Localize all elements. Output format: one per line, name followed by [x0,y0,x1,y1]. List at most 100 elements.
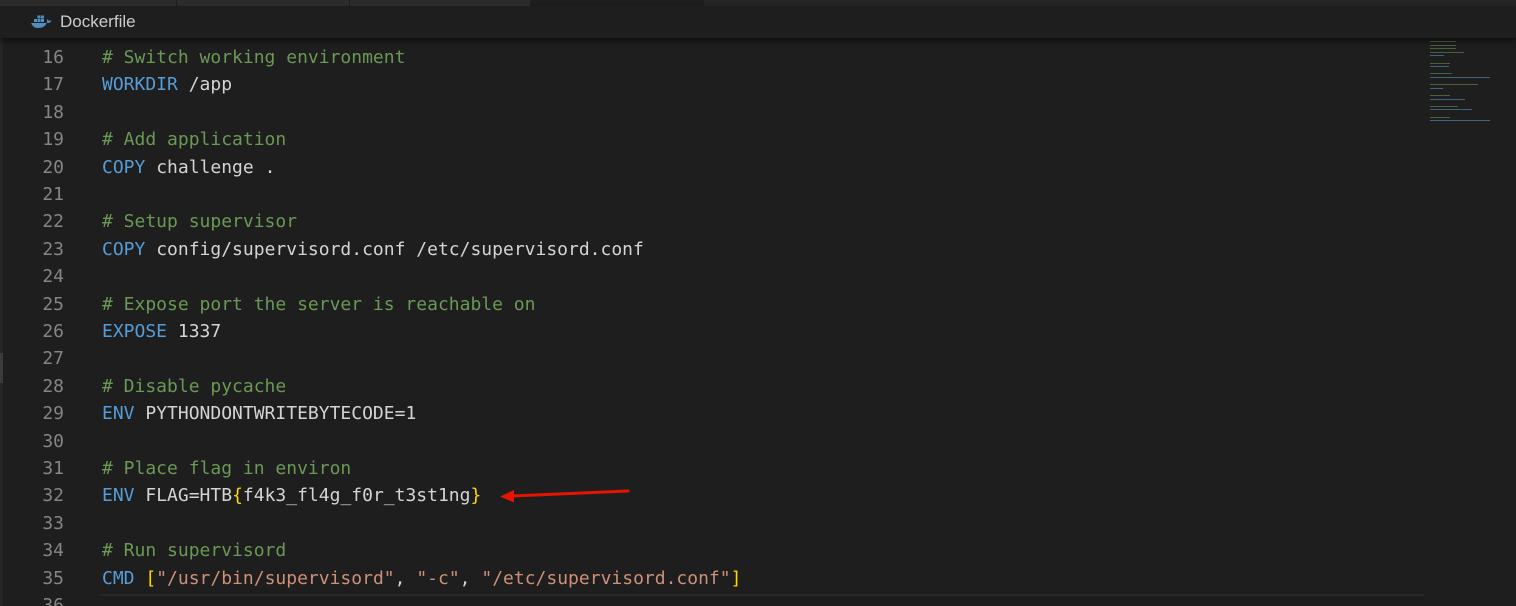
code-token: f4k3_fl4g_f0r_t3st1ng [242,485,471,507]
code-line[interactable]: 35 CMD ["/usr/bin/supervisord", "-c", "/e… [0,565,1424,592]
minimap-line [1430,84,1478,86]
code-text[interactable]: COPY challenge . [102,154,275,181]
code-token: , [459,567,482,589]
minimap-line [1430,77,1490,78]
code-token: , [394,567,417,589]
line-number: 25 [42,293,64,315]
line-number: 36 [42,595,64,606]
code-line[interactable]: 25 # Expose port the server is reachable … [0,291,1424,318]
line-number: 31 [42,458,64,479]
code-text[interactable]: ENV FLAG=HTB{f4k3_fl4g_f0r_t3st1ng} [102,482,481,509]
code-text[interactable]: # Place flag in environ [102,455,351,482]
minimap-line [1430,105,1458,107]
code-text[interactable]: # Expose port the server is reachable on [102,291,535,318]
breadcrumb-file-name[interactable]: Dockerfile [60,12,136,32]
minimap-line [1430,116,1451,118]
code-line[interactable]: 33 [0,510,1424,537]
line-number: 32 [42,485,64,507]
code-token: # Setup supervisor [102,211,298,233]
code-line[interactable]: 17 WORKDIR /app [0,71,1424,98]
code-token: EXPOSE [102,321,168,342]
code-text[interactable]: # Run supervisord [102,537,286,564]
code-token: WORKDIR [102,74,178,96]
code-line[interactable]: 23 COPY config/supervisord.conf /etc/supe… [0,236,1424,263]
line-number: 28 [42,375,64,397]
code-token: # Add application [102,129,287,151]
code-line[interactable]: 31 # Place flag in environ [0,455,1424,482]
code-line[interactable]: 34 # Run supervisord [0,537,1424,564]
code-text[interactable]: WORKDIR /app [102,71,232,98]
minimap-line [1430,73,1452,75]
code-editor[interactable]: 16 # Switch working environment 17 WORKDIR … [0,38,1424,606]
code-line[interactable]: 29 ENV PYTHONDONTWRITEBYTECODE=1 [0,400,1424,427]
code-line[interactable]: 30 [0,428,1424,455]
minimap-line [1430,120,1490,122]
line-number: 24 [42,266,64,288]
line-number: 30 [42,430,64,452]
code-text[interactable]: # Switch working environment [102,44,405,71]
code-line[interactable]: 21 [0,181,1424,208]
code-line[interactable]: 28 # Disable pycache [0,373,1424,400]
line-number: 16 [42,47,64,68]
code-text[interactable]: ENV PYTHONDONTWRITEBYTECODE=1 [102,400,416,427]
code-token: config/supervisord.conf /etc/supervisord… [145,238,644,260]
editor-window: Dockerfile 16 # Switch working environmen… [0,0,1516,606]
code-token: { [232,485,243,507]
line-number: 20 [42,156,64,178]
line-number: 19 [42,129,64,151]
minimap-line [1430,62,1451,64]
line-number: 22 [42,211,64,233]
code-text[interactable]: # Setup supervisor [102,208,297,235]
minimap[interactable] [1424,38,1516,606]
line-number: 35 [42,567,64,589]
code-token: 1337 [167,321,222,342]
code-token: PYTHONDONTWRITEBYTECODE=1 [134,403,417,425]
code-token: /app [177,74,233,96]
minimap-line [1430,87,1444,89]
line-number: 17 [42,74,64,96]
code-token: # Expose port the server is reachable on [102,293,536,315]
code-token: COPY [102,238,146,260]
code-line[interactable]: 16 # Switch working environment [0,44,1424,71]
code-token: "/etc/supervisord.conf" [481,567,731,589]
code-text[interactable]: # Add application [102,126,286,153]
code-token: ENV [102,485,135,507]
code-token: CMD [102,567,135,589]
code-token: COPY [102,156,146,178]
minimap-line [1430,95,1451,96]
minimap-line [1430,109,1472,111]
code-token: # Place flag in environ [102,458,352,479]
code-line[interactable]: 26 EXPOSE 1337 [0,318,1424,345]
code-token: ] [730,567,742,589]
code-text[interactable]: COPY config/supervisord.conf /etc/superv… [102,236,644,263]
code-line[interactable]: 22 # Setup supervisor [0,208,1424,235]
docker-whale-icon [30,14,52,30]
code-text[interactable]: # Disable pycache [102,373,286,400]
line-number: 34 [42,540,64,562]
code-line[interactable]: 27 [0,345,1424,372]
code-token: # Disable pycache [102,375,287,397]
code-line[interactable]: 19 # Add application [0,126,1424,153]
code-line[interactable]: 20 COPY challenge . [0,154,1424,181]
line-number: 18 [42,101,64,123]
line-number: 26 [42,321,64,342]
code-line[interactable]: 24 [0,263,1424,290]
code-text[interactable]: EXPOSE 1337 [102,318,221,345]
code-token: FLAG=HTB [134,485,233,507]
code-line[interactable]: 36 [0,592,1424,606]
line-number: 21 [42,184,64,205]
code-token: "/usr/bin/supervisord" [156,567,395,589]
code-line[interactable]: 32 ENV FLAG=HTB{f4k3_fl4g_f0r_t3st1ng} [0,482,1424,509]
code-token: # Run supervisord [102,540,287,562]
code-token: } [470,485,482,507]
code-text[interactable]: CMD ["/usr/bin/supervisord", "-c", "/etc… [102,565,741,592]
breadcrumb-bar: Dockerfile [0,6,1516,38]
breadcrumb[interactable]: Dockerfile [30,6,136,38]
line-number: 33 [42,512,64,534]
code-line[interactable]: 18 [0,99,1424,126]
line-number: 29 [42,403,64,425]
minimap-line [1430,98,1465,100]
code-token: ENV [102,403,135,425]
minimap-line [1430,66,1450,68]
